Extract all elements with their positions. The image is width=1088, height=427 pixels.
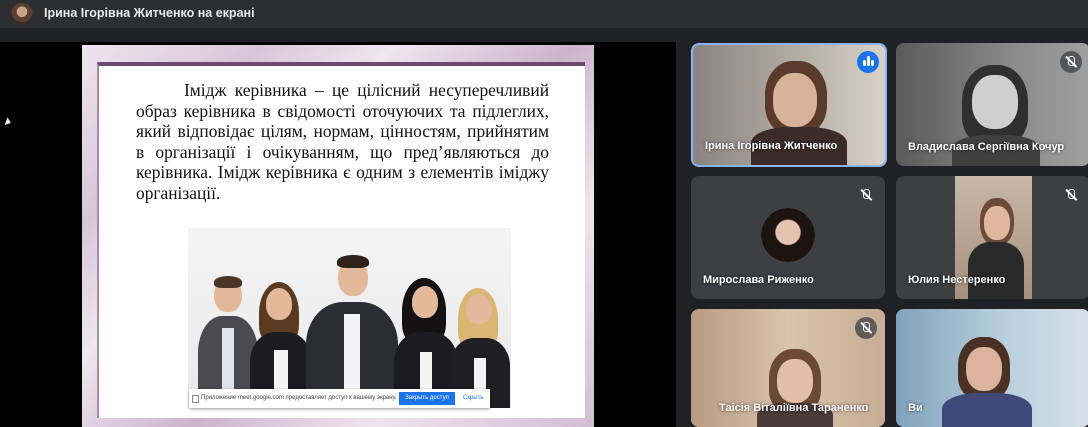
participant-tile[interactable]: Ви — [896, 309, 1088, 427]
presenter-avatar — [11, 3, 33, 25]
mic-off-icon — [855, 317, 877, 339]
top-bar: Ірина Ігорівна Житченко на екрані — [0, 0, 1088, 28]
participant-name: Ви — [908, 402, 923, 414]
participant-name: Мирослава Риженко — [703, 274, 814, 286]
stop-sharing-button[interactable]: Закрыть доступ — [399, 392, 455, 405]
participant-tile[interactable]: Владислава Сергіївна Кочур — [896, 43, 1088, 166]
mic-off-icon — [855, 184, 877, 206]
slide-photo — [188, 228, 511, 408]
speaking-indicator-icon — [857, 51, 879, 73]
hide-notice-button[interactable]: Скрыть — [463, 393, 483, 404]
mic-off-icon — [1060, 184, 1082, 206]
mouse-cursor-icon — [4, 117, 13, 127]
participant-tile[interactable]: Ірина Ігорівна Житченко — [691, 43, 887, 167]
mic-off-icon — [1060, 51, 1082, 73]
participant-tile[interactable]: Мирослава Риженко — [691, 176, 885, 299]
participant-name: Таісія Віталіївна Тараненко — [719, 402, 869, 414]
share-notice-text: Приложение meet.google.com предоставляет… — [201, 395, 397, 401]
participant-name: Юлия Нестеренко — [908, 274, 1006, 286]
presenting-title: Ірина Ігорівна Житченко на екрані — [44, 6, 255, 20]
participant-avatar — [761, 208, 815, 262]
participant-tile[interactable]: Юлия Нестеренко — [896, 176, 1088, 299]
person-figure — [306, 255, 398, 408]
participant-tile[interactable]: Таісія Віталіївна Тараненко — [691, 309, 885, 427]
share-notice-icon — [192, 395, 199, 403]
participant-name: Владислава Сергіївна Кочур — [908, 141, 1065, 153]
participant-name: Ірина Ігорівна Житченко — [705, 140, 838, 152]
slide-text: Імідж керівника – це цілісний несуперечл… — [136, 80, 549, 203]
screen-share-notice: Приложение meet.google.com предоставляет… — [189, 389, 490, 408]
